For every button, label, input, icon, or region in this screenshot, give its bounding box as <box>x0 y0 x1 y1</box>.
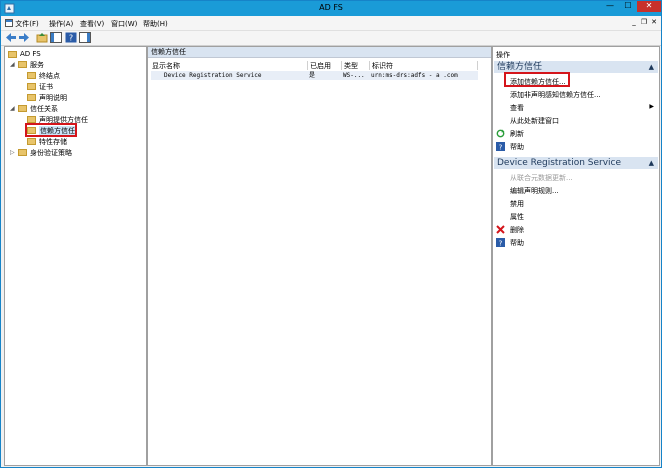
section-title: 信赖方信任 <box>497 62 543 72</box>
toolbar: ? <box>1 31 661 46</box>
menu-window[interactable]: 窗口(W) <box>111 19 137 29</box>
menu-bar: 文件(F) 操作(A) 查看(V) 窗口(W) 帮助(H) _ ❐ ✕ <box>1 16 661 31</box>
menu-file-label: 文件(F) <box>15 20 39 28</box>
tree-label: 服务 <box>30 61 44 69</box>
action-new-window[interactable]: 从此处新建窗口 <box>510 116 559 126</box>
close-button[interactable]: ✕ <box>637 1 661 12</box>
action-help[interactable]: 帮助 <box>510 142 524 152</box>
folder-icon <box>27 138 36 145</box>
folder-icon <box>27 72 36 79</box>
actions-pane: 操作 信赖方信任 ▲ 添加信赖方信任... 添加非声明感知信赖方信任... 查看… <box>492 46 660 466</box>
column-header-enabled[interactable]: 已启用 <box>308 61 342 70</box>
minimize-button[interactable]: — <box>601 1 619 12</box>
adfs-window: AD FS — ☐ ✕ 文件(F) 操作(A) 查看(V) 窗口(W) 帮助(H… <box>0 0 662 468</box>
cell-enabled: 是 <box>309 72 316 79</box>
collapse-icon[interactable]: ◢ <box>10 105 16 112</box>
folder-icon <box>18 105 27 112</box>
tree-label: 信任关系 <box>30 105 58 113</box>
action-delete[interactable]: 删除 <box>510 225 524 235</box>
svg-text:?: ? <box>499 144 503 152</box>
action-properties[interactable]: 属性 <box>510 212 524 222</box>
folder-icon <box>18 61 27 68</box>
action-view[interactable]: 查看 ▶ <box>510 103 654 113</box>
folder-icon <box>18 149 27 156</box>
column-header-display-name[interactable]: 显示名称 <box>150 61 308 70</box>
menu-help[interactable]: 帮助(H) <box>143 19 168 29</box>
console-icon <box>5 19 13 27</box>
title-bar[interactable]: AD FS — ☐ ✕ <box>1 1 661 16</box>
action-update-from-metadata[interactable]: 从联合元数据更新... <box>510 173 573 183</box>
up-folder-icon[interactable] <box>36 32 48 43</box>
mdi-controls: _ ❐ ✕ <box>629 18 659 26</box>
cell-display-name: Device Registration Service <box>164 72 262 79</box>
folder-icon <box>8 51 17 58</box>
help-icon: ? <box>496 238 505 247</box>
actions-title: 操作 <box>496 51 510 59</box>
action-add-non-claims-aware-trust[interactable]: 添加非声明感知信赖方信任... <box>510 90 601 100</box>
console-tree: AD FS ◢ 服务 终结点 证书 声明说明 ◢ 信任关系 声明提供方信任 信赖… <box>4 46 147 466</box>
tree-label: 终结点 <box>39 72 60 80</box>
mdi-close-button[interactable]: ✕ <box>649 18 659 26</box>
collapse-icon[interactable]: ◢ <box>10 61 16 68</box>
action-label: 查看 <box>510 104 524 112</box>
forward-arrow-icon[interactable] <box>18 32 30 43</box>
menu-action[interactable]: 操作(A) <box>49 19 73 29</box>
help-icon: ? <box>496 142 505 151</box>
folder-icon <box>27 116 36 123</box>
action-help[interactable]: 帮助 <box>510 238 524 248</box>
svg-text:?: ? <box>69 34 73 43</box>
expand-icon[interactable]: ▷ <box>10 149 16 156</box>
mdi-minimize-button[interactable]: _ <box>629 18 639 26</box>
tree-label: 特性存储 <box>39 138 67 146</box>
section-title: Device Registration Service <box>497 158 622 168</box>
action-edit-claim-rules[interactable]: 编辑声明规则... <box>510 186 559 196</box>
back-arrow-icon[interactable] <box>5 32 17 43</box>
menu-file[interactable]: 文件(F) <box>5 19 39 29</box>
actions-section-device-registration[interactable]: Device Registration Service ▲ <box>494 157 658 169</box>
menu-view[interactable]: 查看(V) <box>80 19 104 29</box>
column-header-type[interactable]: 类型 <box>342 61 370 70</box>
action-refresh[interactable]: 刷新 <box>510 129 524 139</box>
cell-type: WS-... <box>343 72 365 79</box>
results-header: 信赖方信任 <box>148 47 491 58</box>
folder-icon <box>27 83 36 90</box>
results-pane: 信赖方信任 显示名称 已启用 类型 标识符 Device Registratio… <box>147 46 492 466</box>
delete-icon <box>496 225 505 234</box>
table-row[interactable]: Device Registration Service 是 WS-... urn… <box>151 71 478 80</box>
tree-label: 声明说明 <box>39 94 67 102</box>
tree-label: AD FS <box>20 50 41 58</box>
window-title: AD FS <box>319 3 343 12</box>
help-icon[interactable]: ? <box>65 32 77 43</box>
maximize-button[interactable]: ☐ <box>620 1 636 12</box>
show-hide-tree-icon[interactable] <box>50 32 62 43</box>
collapse-up-icon[interactable]: ▲ <box>649 61 654 73</box>
collapse-up-icon[interactable]: ▲ <box>649 157 654 169</box>
show-hide-action-pane-icon[interactable] <box>79 32 91 43</box>
tree-label: 证书 <box>39 83 53 91</box>
mdi-restore-button[interactable]: ❐ <box>639 18 649 26</box>
tree-label: 身份验证策略 <box>30 149 72 157</box>
folder-icon <box>27 94 36 101</box>
svg-text:?: ? <box>499 240 503 248</box>
submenu-arrow-icon: ▶ <box>649 103 654 110</box>
column-header-identifier[interactable]: 标识符 <box>370 61 478 70</box>
cell-identifier: urn:ms-drs:adfs - a .com <box>371 72 458 79</box>
action-disable[interactable]: 禁用 <box>510 199 524 209</box>
highlight-box <box>504 72 570 87</box>
highlight-box <box>25 123 77 137</box>
refresh-icon <box>496 129 505 138</box>
